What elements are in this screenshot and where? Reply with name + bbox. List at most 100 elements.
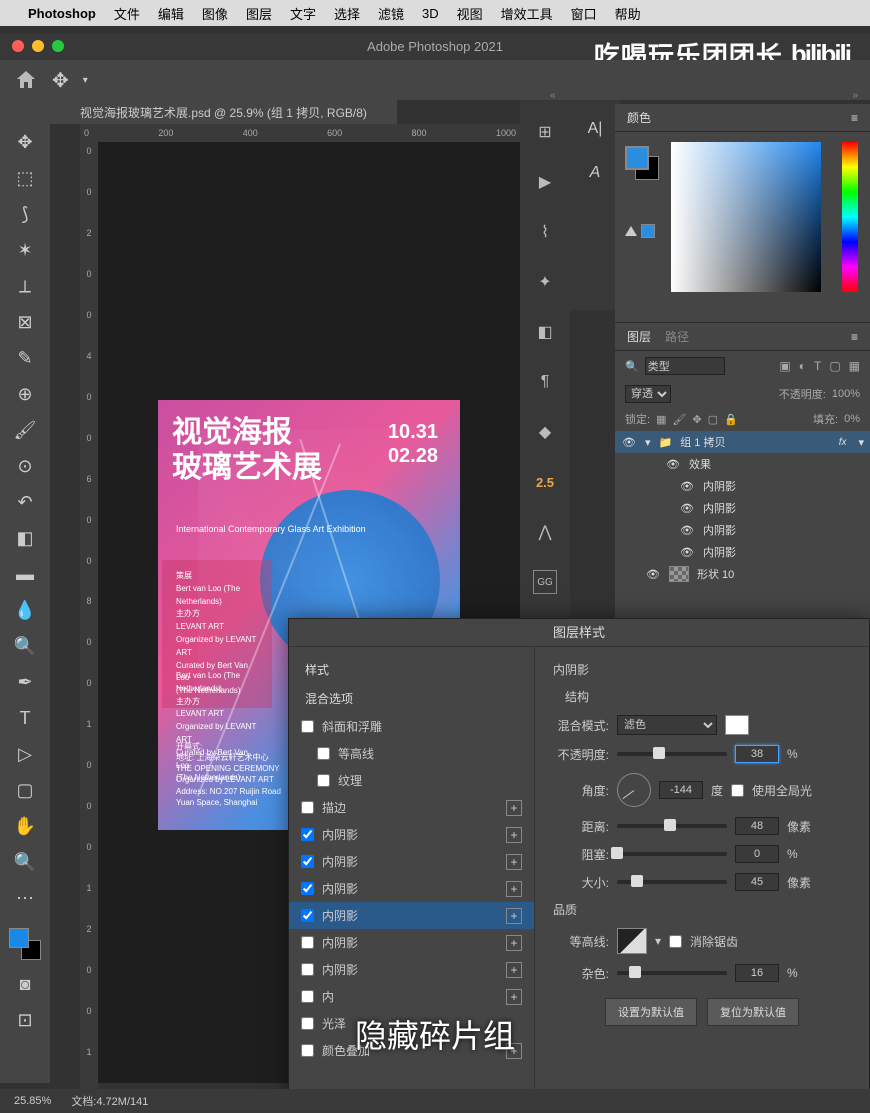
styles-header[interactable]: 样式 (289, 655, 534, 684)
style-row[interactable]: 内阴影+ (289, 902, 534, 929)
blend-mode-select[interactable]: 滤色 (617, 715, 717, 735)
tab-color[interactable]: 颜色 (627, 109, 651, 126)
add-icon[interactable]: + (506, 881, 522, 897)
spread-input[interactable] (735, 845, 779, 863)
add-icon[interactable]: + (506, 800, 522, 816)
style-checkbox[interactable] (301, 936, 314, 949)
layer-item[interactable]: 👁 内阴影 (615, 519, 870, 541)
mini-swatch[interactable] (625, 224, 655, 238)
gg-icon[interactable]: GG (533, 570, 557, 594)
minimize-icon[interactable] (32, 40, 44, 52)
lasso-tool[interactable]: ⟆ (13, 202, 37, 226)
layer-item[interactable]: 👁 内阴影 (615, 541, 870, 563)
add-icon[interactable]: + (506, 908, 522, 924)
noise-input[interactable] (735, 964, 779, 982)
layer-item[interactable]: 👁 形状 10 (615, 563, 870, 585)
menu-view[interactable]: 视图 (457, 4, 483, 23)
visibility-icon[interactable]: 👁 (645, 568, 661, 581)
histogram-icon[interactable]: ⋀ (533, 520, 557, 544)
search-icon[interactable]: 🔍 (625, 360, 639, 373)
stamp-tool[interactable]: ⊙ (13, 454, 37, 478)
style-row[interactable]: 斜面和浮雕 (289, 713, 534, 740)
wand-tool[interactable]: ✶ (13, 238, 37, 262)
style-checkbox[interactable] (317, 747, 330, 760)
adjust-filter-icon[interactable]: ◐ (799, 359, 806, 373)
menu-image[interactable]: 图像 (202, 4, 228, 23)
style-row[interactable]: 内阴影+ (289, 929, 534, 956)
style-row[interactable]: 内阴影+ (289, 848, 534, 875)
zoom-tool[interactable]: 🔍 (13, 850, 37, 874)
layer-filter[interactable] (645, 357, 725, 375)
lock-all-icon[interactable]: 🔒 (724, 413, 738, 426)
visibility-icon[interactable]: 👁 (679, 546, 695, 559)
menu-select[interactable]: 选择 (334, 4, 360, 23)
style-row[interactable]: 等高线 (289, 740, 534, 767)
style-checkbox[interactable] (301, 855, 314, 868)
blur-tool[interactable]: 💧 (13, 598, 37, 622)
style-row[interactable]: 内+ (289, 983, 534, 1010)
global-light-checkbox[interactable] (731, 784, 744, 797)
noise-slider[interactable] (617, 971, 727, 975)
antialias-checkbox[interactable] (669, 935, 682, 948)
menu-file[interactable]: 文件 (114, 4, 140, 23)
fill-value[interactable]: 0% (844, 413, 860, 425)
distance-input[interactable] (735, 817, 779, 835)
layer-item[interactable]: 👁 效果 (615, 453, 870, 475)
style-checkbox[interactable] (301, 1017, 314, 1030)
layer-item[interactable]: 👁 内阴影 (615, 475, 870, 497)
numeric-readout[interactable]: 2.5 (533, 470, 557, 494)
dodge-tool[interactable]: 🔍 (13, 634, 37, 658)
tab-paths[interactable]: 路径 (665, 328, 689, 345)
collapse-icon[interactable]: » (852, 90, 858, 101)
spread-slider[interactable] (617, 852, 727, 856)
path-tool[interactable]: ▷ (13, 742, 37, 766)
visibility-icon[interactable]: 👁 (679, 480, 695, 493)
pen-tool[interactable]: ✒ (13, 670, 37, 694)
size-slider[interactable] (617, 880, 727, 884)
image-filter-icon[interactable]: ▣ (779, 359, 790, 373)
style-checkbox[interactable] (301, 1044, 314, 1057)
character-icon[interactable]: A| (588, 120, 603, 138)
style-checkbox[interactable] (301, 801, 314, 814)
smart-filter-icon[interactable]: ▦ (849, 359, 860, 373)
color-swatch[interactable] (725, 715, 749, 735)
style-row[interactable]: 内阴影+ (289, 956, 534, 983)
close-icon[interactable] (12, 40, 24, 52)
angle-input[interactable] (659, 781, 703, 799)
add-icon[interactable]: + (506, 827, 522, 843)
shape-filter-icon[interactable]: ▢ (829, 359, 840, 373)
color-field[interactable] (671, 142, 821, 292)
move-tool[interactable]: ✥ (13, 130, 37, 154)
visibility-icon[interactable]: 👁 (621, 436, 637, 449)
distance-slider[interactable] (617, 824, 727, 828)
menu-edit[interactable]: 编辑 (158, 4, 184, 23)
style-checkbox[interactable] (301, 828, 314, 841)
opacity-input[interactable] (735, 745, 779, 763)
menu-plugins[interactable]: 增效工具 (501, 4, 553, 23)
reset-default-button[interactable]: 复位为默认值 (707, 998, 799, 1026)
history-brush-tool[interactable]: ↶ (13, 490, 37, 514)
dropdown-icon[interactable]: ▾ (83, 75, 88, 86)
style-checkbox[interactable] (301, 963, 314, 976)
style-row[interactable]: 内阴影+ (289, 821, 534, 848)
menu-3d[interactable]: 3D (422, 6, 439, 21)
badge-icon[interactable]: ◆ (533, 420, 557, 444)
visibility-icon[interactable]: 👁 (679, 502, 695, 515)
menu-window[interactable]: 窗口 (571, 4, 597, 23)
lock-brush-icon[interactable]: 🖌 (672, 413, 686, 426)
add-icon[interactable]: + (506, 962, 522, 978)
style-row[interactable]: 纹理 (289, 767, 534, 794)
healing-tool[interactable]: ⊕ (13, 382, 37, 406)
color-swatches[interactable] (9, 928, 41, 960)
visibility-icon[interactable]: 👁 (665, 458, 681, 471)
doc-size[interactable]: 文档:4.72M/141 (71, 1093, 148, 1109)
lock-pixels-icon[interactable]: ▦ (656, 413, 666, 426)
style-checkbox[interactable] (301, 990, 314, 1003)
blend-options[interactable]: 混合选项 (289, 684, 534, 713)
eyedropper-tool[interactable]: ✎ (13, 346, 37, 370)
marquee-tool[interactable]: ⬚ (13, 166, 37, 190)
app-name[interactable]: Photoshop (28, 6, 96, 21)
shape-tool[interactable]: ▢ (13, 778, 37, 802)
layer-name[interactable]: 形状 10 (697, 566, 734, 582)
fx-badge[interactable]: fx (839, 437, 847, 448)
